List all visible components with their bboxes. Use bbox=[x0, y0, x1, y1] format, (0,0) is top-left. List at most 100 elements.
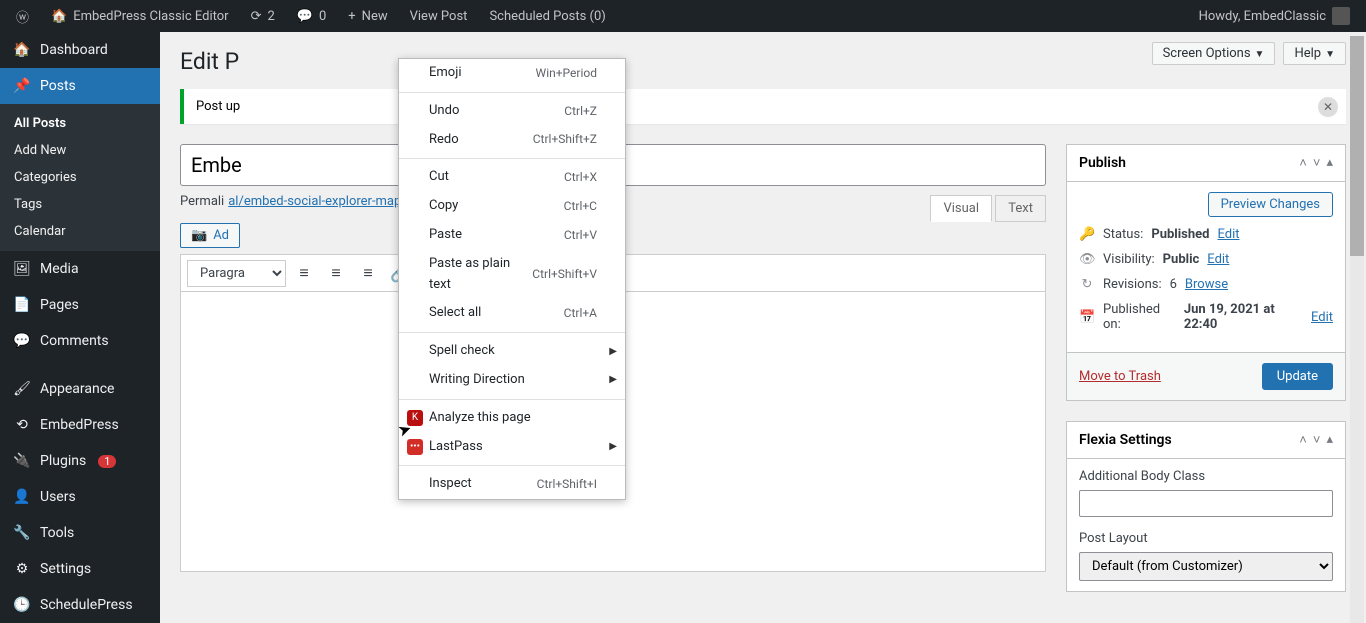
cm-select-all[interactable]: Select allCtrl+A bbox=[399, 299, 625, 328]
tools-icon: 🔧 bbox=[12, 523, 32, 543]
cm-paste[interactable]: PasteCtrl+V bbox=[399, 221, 625, 250]
view-post-label: View Post bbox=[410, 9, 468, 24]
body-class-input[interactable] bbox=[1079, 490, 1333, 517]
cm-separator bbox=[399, 158, 625, 159]
visibility-edit-link[interactable]: Edit bbox=[1207, 252, 1229, 267]
move-up-icon[interactable]: ˄ bbox=[1299, 432, 1307, 448]
permalink-url[interactable]: al/embed-social-explorer-maps/ bbox=[228, 194, 413, 209]
chevron-down-icon: ▼ bbox=[1325, 49, 1335, 60]
menu-tools[interactable]: 🔧 Tools bbox=[0, 515, 160, 551]
cm-undo-shortcut: Ctrl+Z bbox=[564, 102, 597, 121]
menu-dashboard[interactable]: 🏠Dashboard bbox=[0, 32, 160, 68]
cm-spell-check[interactable]: Spell check▶ bbox=[399, 337, 625, 366]
align-center-button[interactable]: ≡ bbox=[322, 259, 350, 287]
updates[interactable]: ⟳2 bbox=[243, 0, 283, 32]
publish-title: Publish bbox=[1079, 155, 1126, 171]
menu-tools-label: Tools bbox=[40, 525, 74, 541]
lastpass-icon: ••• bbox=[407, 439, 423, 455]
refresh-icon: ⟳ bbox=[251, 9, 262, 24]
help-label: Help bbox=[1294, 46, 1321, 61]
cm-analyze-label: Analyze this page bbox=[429, 408, 531, 429]
cm-paste-plain-shortcut: Ctrl+Shift+V bbox=[532, 265, 597, 284]
menu-appearance[interactable]: 🖌Appearance bbox=[0, 371, 160, 407]
my-account[interactable]: Howdy, EmbedClassic bbox=[1191, 0, 1358, 32]
users-icon: 👤 bbox=[12, 487, 32, 507]
menu-comments[interactable]: 💬Comments bbox=[0, 323, 160, 359]
scrollbar[interactable] bbox=[1350, 36, 1364, 623]
submenu-all-posts[interactable]: All Posts bbox=[0, 110, 160, 137]
move-to-trash-link[interactable]: Move to Trash bbox=[1079, 369, 1161, 384]
cm-copy[interactable]: CopyCtrl+C bbox=[399, 192, 625, 221]
cm-cut[interactable]: CutCtrl+X bbox=[399, 163, 625, 192]
status-edit-link[interactable]: Edit bbox=[1217, 227, 1239, 242]
menu-embedpress[interactable]: ⟲ EmbedPress bbox=[0, 407, 160, 443]
cm-emoji[interactable]: EmojiWin+Period bbox=[399, 59, 625, 88]
revisions-value: 6 bbox=[1170, 277, 1177, 292]
chevron-right-icon: ▶ bbox=[609, 344, 617, 360]
menu-embedpress-label: EmbedPress bbox=[40, 417, 119, 433]
pages-icon: 📄 bbox=[12, 295, 32, 315]
cm-writing-direction[interactable]: Writing Direction▶ bbox=[399, 366, 625, 395]
revisions-browse-link[interactable]: Browse bbox=[1185, 277, 1228, 292]
cm-copy-shortcut: Ctrl+C bbox=[564, 197, 597, 216]
admin-sidebar: 🏠Dashboard 📌Posts All Posts Add New Cate… bbox=[0, 32, 160, 623]
embedpress-icon: ⟲ bbox=[12, 415, 32, 435]
align-right-button[interactable]: ≡ bbox=[354, 259, 382, 287]
menu-plugins[interactable]: 🔌Plugins1 bbox=[0, 443, 160, 479]
toggle-icon[interactable]: ▴ bbox=[1326, 432, 1333, 448]
help-button[interactable]: Help ▼ bbox=[1283, 42, 1346, 65]
submenu-tags[interactable]: Tags bbox=[0, 191, 160, 218]
menu-posts[interactable]: 📌Posts bbox=[0, 68, 160, 104]
published-value: Jun 19, 2021 at 22:40 bbox=[1184, 302, 1303, 332]
flexia-metabox: Flexia Settings ˄ ˅ ▴ Additional Body Cl… bbox=[1066, 421, 1346, 592]
site-name[interactable]: 🏠EmbedPress Classic Editor bbox=[43, 0, 237, 32]
cm-inspect[interactable]: InspectCtrl+Shift+I bbox=[399, 470, 625, 499]
cm-separator bbox=[399, 92, 625, 93]
preview-changes-button[interactable]: Preview Changes bbox=[1208, 192, 1333, 217]
paragraph-select[interactable]: Paragra bbox=[187, 260, 286, 287]
cm-emoji-label: Emoji bbox=[429, 63, 461, 84]
status-value: Published bbox=[1151, 227, 1209, 242]
cm-redo[interactable]: RedoCtrl+Shift+Z bbox=[399, 126, 625, 155]
tab-text[interactable]: Text bbox=[995, 195, 1046, 222]
menu-schedulepress[interactable]: 🕒SchedulePress bbox=[0, 587, 160, 623]
move-up-icon[interactable]: ˄ bbox=[1299, 155, 1307, 171]
cm-paste-shortcut: Ctrl+V bbox=[564, 226, 597, 245]
add-media-button[interactable]: 📷Ad bbox=[180, 223, 240, 248]
submenu-add-new[interactable]: Add New bbox=[0, 137, 160, 164]
cm-undo[interactable]: UndoCtrl+Z bbox=[399, 97, 625, 126]
notice-dismiss[interactable]: ✕ bbox=[1318, 97, 1338, 117]
cm-redo-shortcut: Ctrl+Shift+Z bbox=[533, 130, 597, 149]
cm-analyze[interactable]: KAnalyze this page bbox=[399, 404, 625, 433]
menu-media[interactable]: 🖼Media bbox=[0, 251, 160, 287]
view-post[interactable]: View Post bbox=[402, 0, 476, 32]
menu-pages[interactable]: 📄Pages bbox=[0, 287, 160, 323]
published-label: Published on: bbox=[1103, 302, 1176, 332]
menu-plugins-label: Plugins bbox=[40, 453, 86, 469]
toggle-icon[interactable]: ▴ bbox=[1326, 155, 1333, 171]
submenu-calendar[interactable]: Calendar bbox=[0, 218, 160, 245]
revisions-label: Revisions: bbox=[1103, 277, 1162, 292]
published-edit-link[interactable]: Edit bbox=[1311, 310, 1333, 325]
menu-users[interactable]: 👤Users bbox=[0, 479, 160, 515]
scrollbar-thumb[interactable] bbox=[1350, 36, 1364, 256]
menu-settings[interactable]: ⚙Settings bbox=[0, 551, 160, 587]
cm-paste-plain[interactable]: Paste as plain textCtrl+Shift+V bbox=[399, 250, 625, 300]
move-down-icon[interactable]: ˅ bbox=[1313, 155, 1321, 171]
post-layout-select[interactable]: Default (from Customizer) bbox=[1079, 552, 1333, 581]
comment-icon: 💬 bbox=[297, 9, 313, 24]
align-left-button[interactable]: ≡ bbox=[290, 259, 318, 287]
cm-lastpass[interactable]: •••LastPass▶ bbox=[399, 433, 625, 462]
screen-options-button[interactable]: Screen Options▼ bbox=[1152, 42, 1276, 65]
scheduled-posts[interactable]: Scheduled Posts (0) bbox=[481, 0, 613, 32]
new-content[interactable]: +New bbox=[340, 0, 395, 32]
update-button[interactable]: Update bbox=[1262, 363, 1333, 390]
home-icon: 🏠 bbox=[51, 9, 67, 24]
wp-logo[interactable]: ⓦ bbox=[8, 0, 37, 32]
wordpress-icon: ⓦ bbox=[16, 7, 29, 26]
comments-bubble[interactable]: 💬0 bbox=[289, 0, 335, 32]
tab-visual[interactable]: Visual bbox=[930, 195, 992, 222]
move-down-icon[interactable]: ˅ bbox=[1313, 432, 1321, 448]
submenu-categories[interactable]: Categories bbox=[0, 164, 160, 191]
chevron-right-icon: ▶ bbox=[609, 372, 617, 388]
